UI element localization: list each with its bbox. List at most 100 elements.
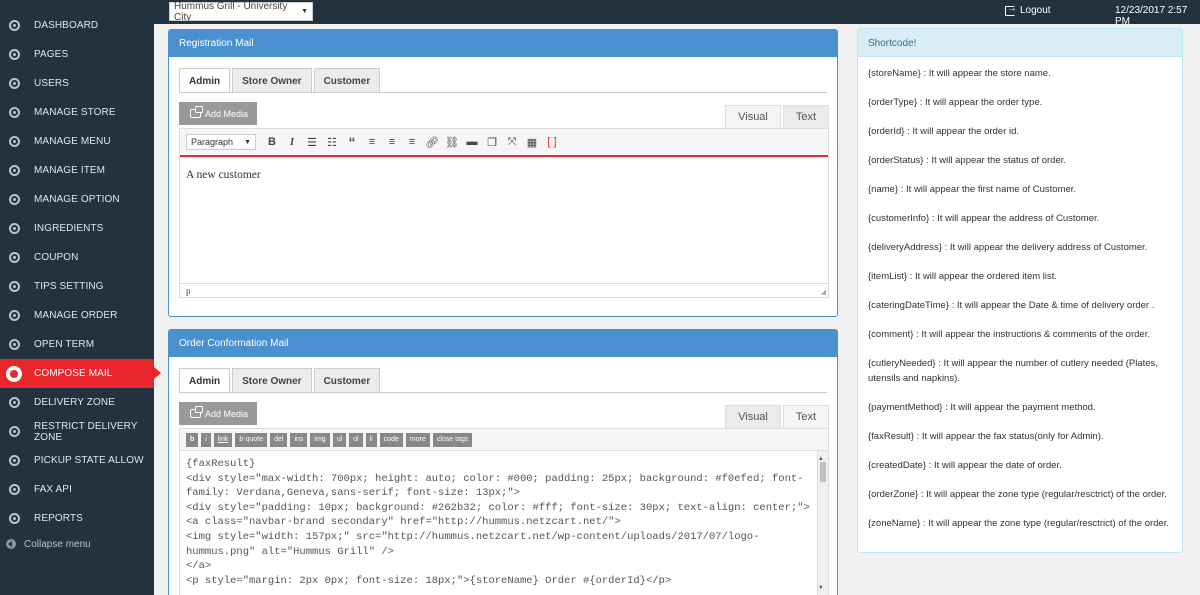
format-select[interactable]: Paragraph ▼ — [186, 134, 256, 150]
tab-text[interactable]: Text — [783, 405, 829, 428]
add-media-button[interactable]: Add Media — [179, 402, 257, 425]
tab-customer[interactable]: Customer — [313, 368, 381, 393]
sidebar-item-manage-option[interactable]: MANAGE OPTION — [0, 185, 154, 214]
editor-content[interactable]: A new customer p ◢ — [180, 157, 828, 297]
quicktag-bold-button[interactable]: b — [186, 432, 199, 447]
sidebar-item-delivery-zone[interactable]: DELIVERY ZONE — [0, 388, 154, 417]
gear-icon — [6, 366, 22, 382]
list-item: {storeName} : It will appear the store n… — [868, 68, 1051, 79]
sidebar-item-tips-setting[interactable]: TIPS SETTING — [0, 272, 154, 301]
tab-store-owner[interactable]: Store Owner — [232, 68, 312, 93]
shortcode-button[interactable]: [ ] — [542, 132, 562, 152]
gear-icon — [9, 310, 20, 321]
tab-admin[interactable]: Admin — [179, 68, 231, 93]
add-media-button[interactable]: Add Media — [179, 102, 257, 125]
sidebar-item-open-term[interactable]: OPEN TERM — [0, 330, 154, 359]
quicktag-del-button[interactable]: del — [270, 432, 288, 447]
rich-text-editor: Paragraph ▼ B I ☰ ☷ “ ≡ ≡ ≡ 🔗︎ ⛓︎ ▬ ❐ ⤧ … — [179, 128, 829, 298]
add-media-label: Add Media — [205, 108, 249, 119]
quicktag-code-button[interactable]: code — [379, 432, 403, 447]
list-item: {comment} : It will appear the instructi… — [868, 329, 1150, 340]
insert-link-button[interactable]: 🔗︎ — [422, 132, 442, 152]
quicktag-close-tags-button[interactable]: close tags — [432, 432, 473, 447]
list-item: {customerInfo} : It will appear the addr… — [868, 213, 1100, 224]
code-line: <div style="max-width: 700px; height: au… — [186, 472, 804, 500]
order-conformation-mail-panel: Order Conformation Mail Admin Store Owne… — [168, 329, 838, 595]
vertical-scrollbar[interactable]: ▲ ▼ — [817, 451, 828, 595]
italic-button[interactable]: I — [282, 132, 302, 152]
list-item: {zoneName} : It will appear the zone typ… — [868, 517, 1169, 529]
toolbar-toggle-button[interactable]: ▦ — [522, 132, 542, 152]
align-right-button[interactable]: ≡ — [402, 132, 422, 152]
gear-icon — [9, 426, 20, 437]
sidebar-item-manage-item[interactable]: MANAGE ITEM — [0, 156, 154, 185]
scroll-down-icon[interactable]: ▼ — [819, 581, 823, 595]
gear-icon — [9, 455, 20, 466]
gear-icon — [9, 484, 20, 495]
fullscreen-button[interactable]: ⤧ — [502, 132, 522, 152]
quicktag-link-button[interactable]: link — [213, 432, 233, 447]
quicktag-blockquote-button[interactable]: b-quote — [235, 432, 268, 447]
sidebar-item-manage-order[interactable]: MANAGE ORDER — [0, 301, 154, 330]
sidebar-item-pickup-state-allow[interactable]: PICKUP STATE ALLOW — [0, 446, 154, 475]
gear-icon — [9, 223, 20, 234]
top-bar: Hummus Grill - University City ▼ Logout … — [154, 0, 1200, 27]
media-icon — [190, 106, 203, 118]
list-item: {deliveryAddress} : It will appear the d… — [868, 242, 1148, 253]
paste-text-button[interactable]: ❐ — [482, 132, 502, 152]
recipient-tabs: Admin Store Owner Customer — [179, 368, 382, 393]
list-item: {faxResult} : It will appear the fax sta… — [868, 430, 1104, 442]
blockquote-button[interactable]: “ — [342, 132, 362, 152]
horizontal-line-button[interactable]: ▬ — [462, 132, 482, 152]
store-select[interactable]: Hummus Grill - University City ▼ — [169, 1, 313, 23]
sidebar-item-ingredients[interactable]: INGREDIENTS — [0, 214, 154, 243]
code-line: <img style="width: 157px;" src="http://h… — [186, 530, 760, 558]
list-item: {orderStatus} : It will appear the statu… — [868, 155, 1067, 166]
gear-icon — [9, 339, 20, 350]
sidebar-item-label: REPORTS — [34, 513, 83, 524]
list-item: {paymentMethod} : It will appear the pay… — [868, 401, 1096, 413]
quicktag-ul-button[interactable]: ul — [332, 432, 347, 447]
tab-visual[interactable]: Visual — [725, 105, 781, 128]
bold-icon: B — [268, 136, 276, 148]
html-textarea[interactable]: {faxResult} <div style="max-width: 700px… — [180, 451, 828, 595]
bold-button[interactable]: B — [262, 132, 282, 152]
sidebar-item-manage-menu[interactable]: MANAGE MENU — [0, 127, 154, 156]
sidebar-item-reports[interactable]: REPORTS — [0, 504, 154, 533]
sidebar-item-manage-store[interactable]: MANAGE STORE — [0, 98, 154, 127]
sidebar-item-compose-mail[interactable]: COMPOSE MAIL — [0, 359, 161, 388]
gear-icon — [9, 49, 20, 60]
sidebar-item-restrict-delivery-zone[interactable]: RESTRICT DELIVERY ZONE — [0, 417, 154, 446]
sidebar-item-dashboard[interactable]: DASHBOARD — [0, 11, 154, 40]
sidebar-item-pages[interactable]: PAGES — [0, 40, 154, 69]
logout-button[interactable]: Logout — [1005, 3, 1051, 16]
tab-text[interactable]: Text — [783, 105, 829, 128]
numbered-list-button[interactable]: ☷ — [322, 132, 342, 152]
quicktag-more-button[interactable]: more — [405, 432, 430, 447]
bullet-list-button[interactable]: ☰ — [302, 132, 322, 152]
quicktag-ins-button[interactable]: ins — [290, 432, 308, 447]
sidebar-item-coupon[interactable]: COUPON — [0, 243, 154, 272]
tab-store-owner[interactable]: Store Owner — [232, 368, 312, 393]
panel-title: Registration Mail — [169, 30, 837, 57]
sidebar: DASHBOARD PAGES USERS MANAGE STORE MANAG… — [0, 0, 161, 595]
quicktag-ol-button[interactable]: ol — [349, 432, 363, 447]
gear-icon — [9, 78, 20, 89]
tab-admin[interactable]: Admin — [179, 368, 231, 393]
sidebar-item-users[interactable]: USERS — [0, 69, 154, 98]
quicktag-italic-button[interactable]: i — [201, 432, 211, 447]
quicktag-img-button[interactable]: img — [310, 432, 330, 447]
resize-handle-icon[interactable]: ◢ — [821, 288, 826, 296]
align-center-button[interactable]: ≡ — [382, 132, 402, 152]
code-editor: b i link b-quote del ins img ul ol li co… — [179, 428, 829, 595]
quicktag-li-button[interactable]: li — [365, 432, 377, 447]
align-left-button[interactable]: ≡ — [362, 132, 382, 152]
scroll-thumb[interactable] — [820, 462, 826, 482]
tab-visual[interactable]: Visual — [725, 405, 781, 428]
collapse-menu-button[interactable]: Collapse menu — [0, 536, 91, 552]
sidebar-item-fax-api[interactable]: FAX API — [0, 475, 154, 504]
tab-customer[interactable]: Customer — [313, 68, 381, 93]
remove-link-button[interactable]: ⛓︎ — [442, 132, 462, 152]
numbered-list-icon: ☷ — [327, 136, 337, 149]
sidebar-item-label: COMPOSE MAIL — [34, 368, 113, 379]
